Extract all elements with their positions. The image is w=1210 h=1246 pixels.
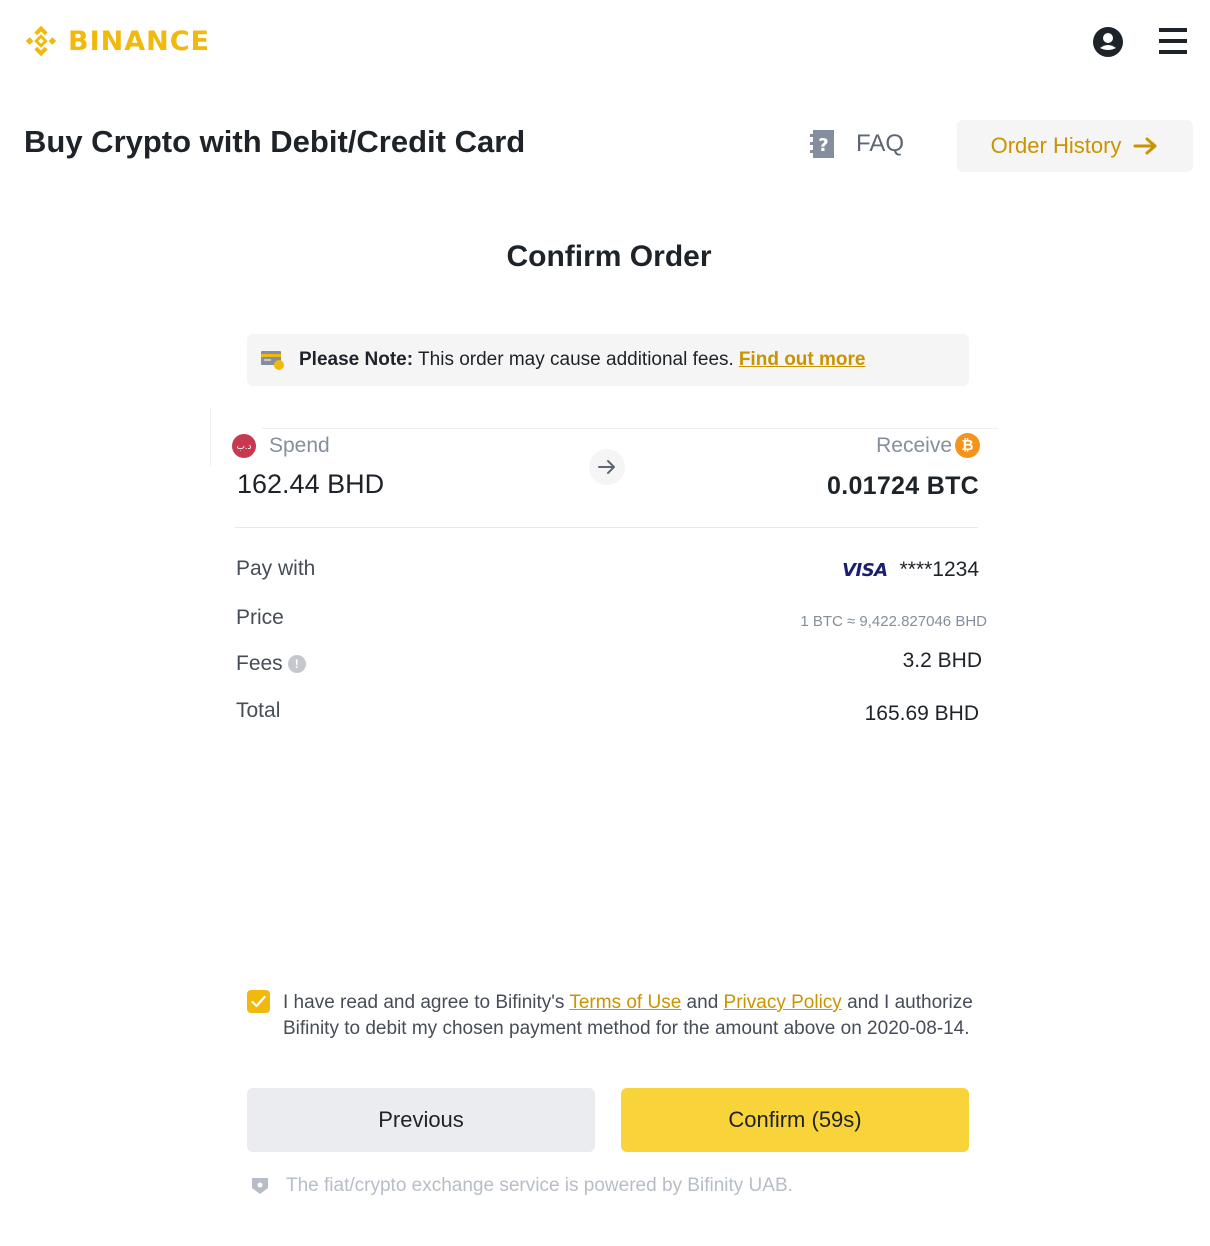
fees-value: 3.2 BHD (902, 649, 982, 672)
binance-logo-icon (25, 25, 57, 57)
arrow-right-icon (598, 460, 615, 474)
page-title: Buy Crypto with Debit/Credit Card (24, 124, 526, 159)
note-label: Please Note: (299, 349, 414, 370)
info-icon[interactable]: ! (287, 655, 306, 673)
powered-by-text: The fiat/crypto exchange service is powe… (286, 1175, 793, 1196)
hamburger-menu-icon[interactable] (1159, 28, 1187, 56)
faq-label: FAQ (856, 130, 905, 157)
fees-label: Fees (236, 652, 283, 675)
details-divider (235, 527, 978, 528)
agreement-text-part: I have read and agree to Bifinity's (283, 992, 570, 1013)
summary-divider-top (262, 428, 998, 429)
total-value: 165.69 BHD (864, 702, 979, 725)
agreement-text-part: and (681, 992, 724, 1013)
bitcoin-icon: ₿ (955, 433, 980, 458)
receive-label: Receive (876, 434, 952, 457)
order-history-button[interactable]: Order History (957, 120, 1193, 172)
pay-with-value: VISA ****1234 (842, 558, 979, 582)
bhd-currency-icon: د.ب (232, 434, 256, 458)
top-bar: BINANCE (0, 0, 1210, 84)
binance-logo[interactable]: BINANCE (22, 22, 210, 60)
agreement-text: I have read and agree to Bifinity's Term… (283, 990, 973, 1042)
price-value: 1 BTC ≈ 9,422.827046 BHD (800, 613, 987, 630)
checkmark-icon (251, 995, 266, 1008)
fee-notice: Please Note: This order may cause additi… (247, 334, 969, 386)
privacy-policy-link[interactable]: Privacy Policy (724, 992, 842, 1013)
user-circle-icon[interactable] (1092, 26, 1124, 58)
order-history-label: Order History (990, 133, 1122, 158)
powered-by-notice: The fiat/crypto exchange service is powe… (251, 1175, 793, 1197)
card-number: ****1234 (899, 558, 979, 581)
brand-name: BINANCE (68, 25, 210, 57)
spend-label: Spend (269, 434, 330, 457)
terms-of-use-link[interactable]: Terms of Use (569, 992, 681, 1013)
spend-amount: 162.44 BHD (237, 469, 385, 499)
price-label: Price (236, 606, 284, 629)
note-text: This order may cause additional fees. (418, 349, 734, 370)
shield-icon (252, 1178, 268, 1194)
conversion-arrow (589, 449, 625, 485)
summary-divider-left (210, 408, 211, 466)
fees-label-row: Fees! (236, 652, 306, 676)
credit-card-icon (261, 351, 284, 370)
total-label: Total (236, 699, 281, 722)
faq-link[interactable]: ? FAQ (810, 128, 904, 160)
agree-checkbox[interactable] (247, 990, 270, 1013)
previous-button[interactable]: Previous (247, 1088, 595, 1152)
visa-logo-icon: VISA (842, 560, 888, 581)
confirm-order-title: Confirm Order (506, 240, 712, 273)
arrow-right-icon (1133, 137, 1157, 155)
faq-question-icon: ? (810, 130, 834, 158)
receive-amount: 0.01724 BTC (827, 472, 979, 500)
confirm-button[interactable]: Confirm (59s) (621, 1088, 969, 1152)
find-out-more-link[interactable]: Find out more (739, 349, 866, 371)
pay-with-label: Pay with (236, 557, 316, 580)
svg-text:?: ? (818, 135, 828, 156)
